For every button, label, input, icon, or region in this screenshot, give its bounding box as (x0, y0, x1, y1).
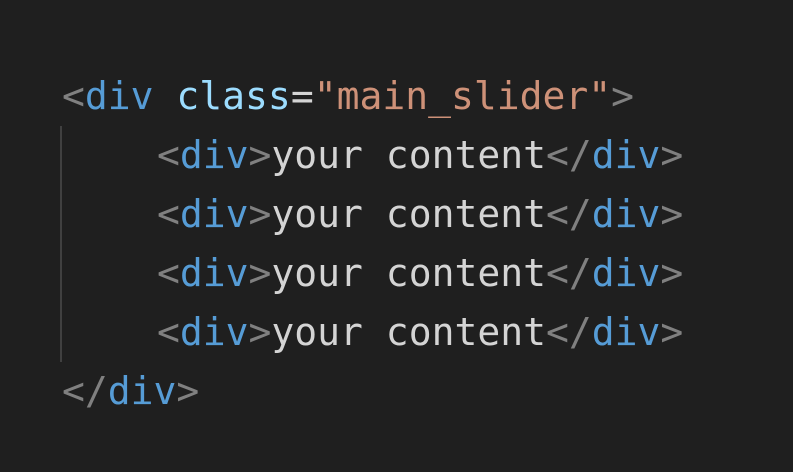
open-bracket: </ (62, 369, 108, 413)
code-line-1: <div class="main_slider"> (62, 72, 634, 120)
open-bracket: < (157, 133, 180, 177)
end-close-bracket: > (660, 251, 684, 295)
code-line-6: </div> (62, 367, 199, 415)
close-bracket: > (248, 192, 272, 236)
end-close-bracket: > (660, 310, 684, 354)
close-bracket: > (248, 133, 272, 177)
close-bracket: > (248, 310, 272, 354)
close-bracket: > (176, 369, 200, 413)
tag-name: div (84, 74, 154, 118)
end-close-bracket: > (660, 192, 684, 236)
tag-name: div (179, 251, 249, 295)
end-tag-name: div (591, 133, 661, 177)
code-line-3: <div>your content</div> (157, 190, 683, 238)
end-open-bracket: </ (545, 251, 592, 295)
open-bracket: < (62, 74, 85, 118)
text-content: your content (271, 133, 546, 177)
end-open-bracket: </ (545, 310, 592, 354)
tag-name: div (107, 369, 177, 413)
end-close-bracket: > (660, 133, 684, 177)
end-open-bracket: </ (545, 133, 592, 177)
tag-name: div (179, 192, 249, 236)
text-content: your content (271, 251, 546, 295)
code-editor[interactable]: <div class="main_slider"> <div>your cont… (0, 0, 793, 472)
end-tag-name: div (591, 192, 661, 236)
indent-guide (60, 126, 62, 362)
text-content: your content (271, 310, 546, 354)
end-tag-name: div (591, 251, 661, 295)
code-line-2: <div>your content</div> (157, 131, 683, 179)
open-bracket: < (157, 310, 180, 354)
attribute-value: "main_slider" (313, 74, 612, 118)
end-tag-name: div (591, 310, 661, 354)
equals-sign: = (290, 74, 314, 118)
close-bracket: > (611, 74, 635, 118)
code-line-5: <div>your content</div> (157, 308, 683, 356)
tag-name: div (179, 133, 249, 177)
open-bracket: < (157, 192, 180, 236)
close-bracket: > (248, 251, 272, 295)
open-bracket: < (157, 251, 180, 295)
attribute-name: class (176, 74, 291, 118)
tag-name: div (179, 310, 249, 354)
text-content: your content (271, 192, 546, 236)
code-line-4: <div>your content</div> (157, 249, 683, 297)
end-open-bracket: </ (545, 192, 592, 236)
